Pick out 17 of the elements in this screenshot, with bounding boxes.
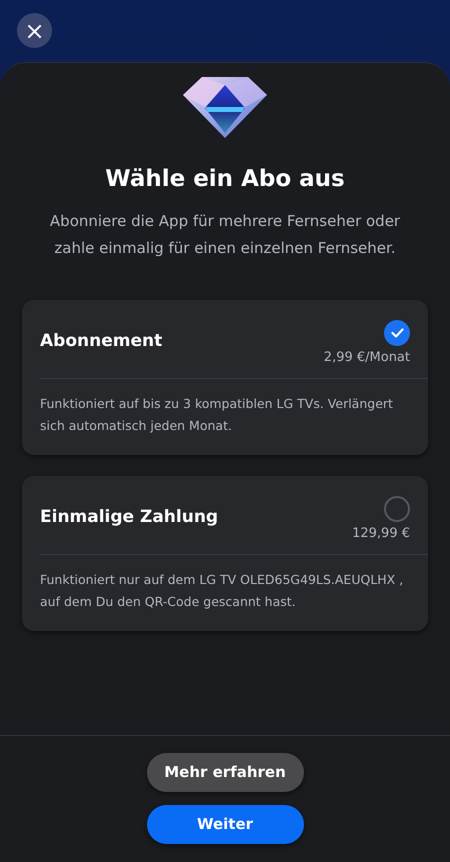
continue-button[interactable]: Weiter xyxy=(146,805,304,844)
plan-price: 2,99 €/Monat xyxy=(324,348,410,367)
check-icon xyxy=(390,328,404,338)
unchecked-radio[interactable] xyxy=(384,496,410,522)
plan-card[interactable]: Abonnement 2,99 €/Monat Funktioniert auf bis zu 3 kompatiblen LG TVs. Verlängert sich automatisch jeden Monat. xyxy=(22,300,428,455)
plan-description: Funktioniert nur auf dem LG TV OLED65G49LS.AEUQLHX , auf dem Du den QR-Code gescannt hast. xyxy=(40,570,404,611)
checked-radio[interactable] xyxy=(384,320,410,346)
subtitle: Abonniere die App für mehrere Fernseher oder zahle einmalig für einen einzelnen Fernseher. xyxy=(48,210,402,259)
plan-price: 129,99 € xyxy=(352,524,410,543)
learn-more-button[interactable]: Mehr erfahren xyxy=(146,753,304,792)
plan-name: Einmalige Zahlung xyxy=(40,506,218,529)
close-button[interactable]: × xyxy=(17,13,52,48)
title: Wähle ein Abo aus xyxy=(104,165,346,194)
plan-description: Funktioniert auf bis zu 3 kompatiblen LG TVs. Verlängert sich automatisch jeden Monat. xyxy=(40,394,394,435)
plan-name: Abonnement xyxy=(40,330,162,353)
diamond-icon xyxy=(182,75,268,139)
plan-card[interactable]: Einmalige Zahlung 129,99 € Funktioniert nur auf dem LG TV OLED65G49LS.AEUQLHX , auf dem Du den QR-Code gescannt hast. xyxy=(22,476,428,631)
